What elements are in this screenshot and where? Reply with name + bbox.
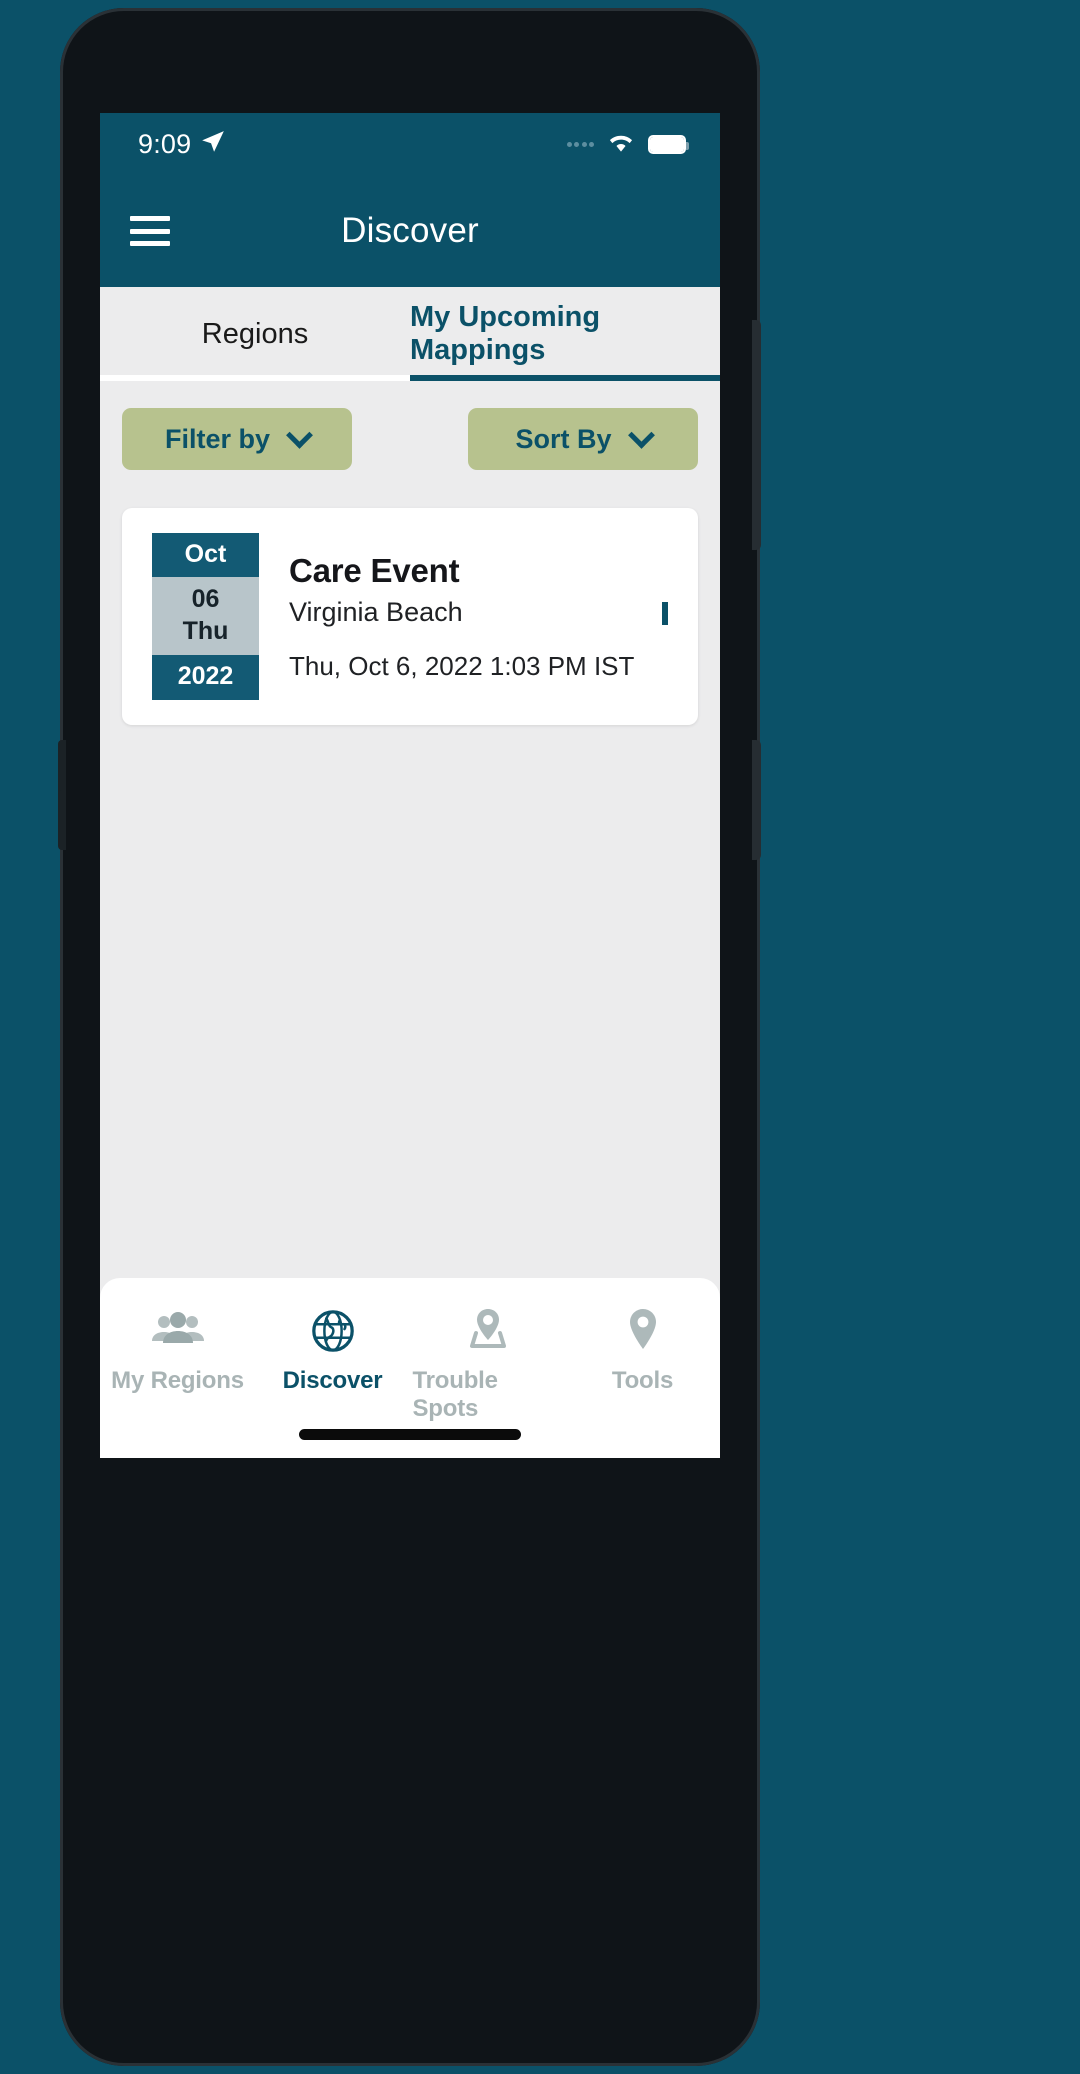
filter-by-button[interactable]: Filter by <box>122 408 352 470</box>
phone-screen: 9:09 Discover Regions My Upcoming Mappin… <box>100 113 720 1458</box>
location-arrow-icon <box>200 129 226 160</box>
status-time: 9:09 <box>138 128 192 159</box>
nav-item-discover[interactable]: Discover <box>258 1306 408 1395</box>
tab-regions-underline <box>100 375 410 381</box>
event-list: Oct 06 Thu 2022 Care Event Virginia Beac… <box>100 470 720 725</box>
filter-sort-row: Filter by Sort By <box>100 381 720 470</box>
tab-bar: Regions My Upcoming Mappings <box>100 287 720 381</box>
tab-regions[interactable]: Regions <box>100 287 410 381</box>
signal-dots-icon <box>566 141 594 147</box>
map-pin-base-icon <box>463 1306 513 1356</box>
nav-item-tools-label: Tools <box>611 1367 674 1394</box>
phone-button-volume-down[interactable] <box>58 790 66 850</box>
phone-button-power[interactable] <box>752 320 761 550</box>
nav-item-trouble-spots-label: Trouble Spots <box>412 1367 498 1422</box>
hamburger-menu-icon[interactable] <box>130 216 170 246</box>
globe-icon <box>310 1306 356 1356</box>
tab-my-upcoming-mappings[interactable]: My Upcoming Mappings <box>410 287 720 381</box>
status-bar-left: 9:09 <box>138 129 226 160</box>
event-date-middle: 06 Thu <box>152 577 259 655</box>
tab-my-upcoming-mappings-label: My Upcoming Mappings <box>410 301 601 366</box>
chevron-down-icon <box>286 421 313 449</box>
app-bar: Discover <box>100 175 720 287</box>
screenshot-root: 9:09 Discover Regions My Upcoming Mappin… <box>0 0 1080 2074</box>
people-group-icon <box>150 1306 206 1356</box>
home-indicator[interactable] <box>299 1429 521 1440</box>
event-card-chevron[interactable] <box>662 601 676 626</box>
event-date-month: Oct <box>152 533 259 577</box>
tab-regions-label: Regions <box>201 317 309 350</box>
event-location: Virginia Beach <box>289 597 463 628</box>
tab-my-upcoming-mappings-underline <box>410 375 720 381</box>
nav-item-tools[interactable]: Tools <box>568 1306 718 1395</box>
nav-item-discover-label: Discover <box>282 1367 383 1394</box>
nav-item-trouble-spots[interactable]: Trouble Spots <box>413 1306 563 1423</box>
nav-item-my-regions[interactable]: My Regions <box>103 1306 253 1395</box>
event-date-block: Oct 06 Thu 2022 <box>152 533 259 700</box>
wifi-icon <box>605 130 637 159</box>
map-pin-icon <box>623 1306 663 1356</box>
sort-by-button[interactable]: Sort By <box>468 408 698 470</box>
event-date-year: 2022 <box>152 655 259 700</box>
event-date-day: 06 <box>191 585 220 613</box>
page-title: Discover <box>341 211 479 250</box>
event-info: Care Event Virginia Beach Thu, Oct 6, 20… <box>259 551 662 683</box>
nav-item-my-regions-label: My Regions <box>111 1367 244 1394</box>
chevron-right-icon <box>662 601 668 625</box>
sort-by-label: Sort By <box>515 423 612 454</box>
status-bar: 9:09 <box>100 113 720 175</box>
chevron-down-icon <box>627 421 655 449</box>
event-date-weekday: Thu <box>182 616 229 645</box>
phone-button-side[interactable] <box>752 740 761 860</box>
event-title: Care Event <box>289 551 460 589</box>
event-datetime: Thu, Oct 6, 2022 1:03 PM IST <box>289 651 635 682</box>
status-bar-right <box>566 130 689 159</box>
filter-by-label: Filter by <box>164 423 271 454</box>
battery-full-icon <box>648 134 689 154</box>
bottom-navigation-bar: My Regions Discover Trouble Spots Tools <box>100 1278 720 1458</box>
event-card[interactable]: Oct 06 Thu 2022 Care Event Virginia Beac… <box>122 508 698 725</box>
